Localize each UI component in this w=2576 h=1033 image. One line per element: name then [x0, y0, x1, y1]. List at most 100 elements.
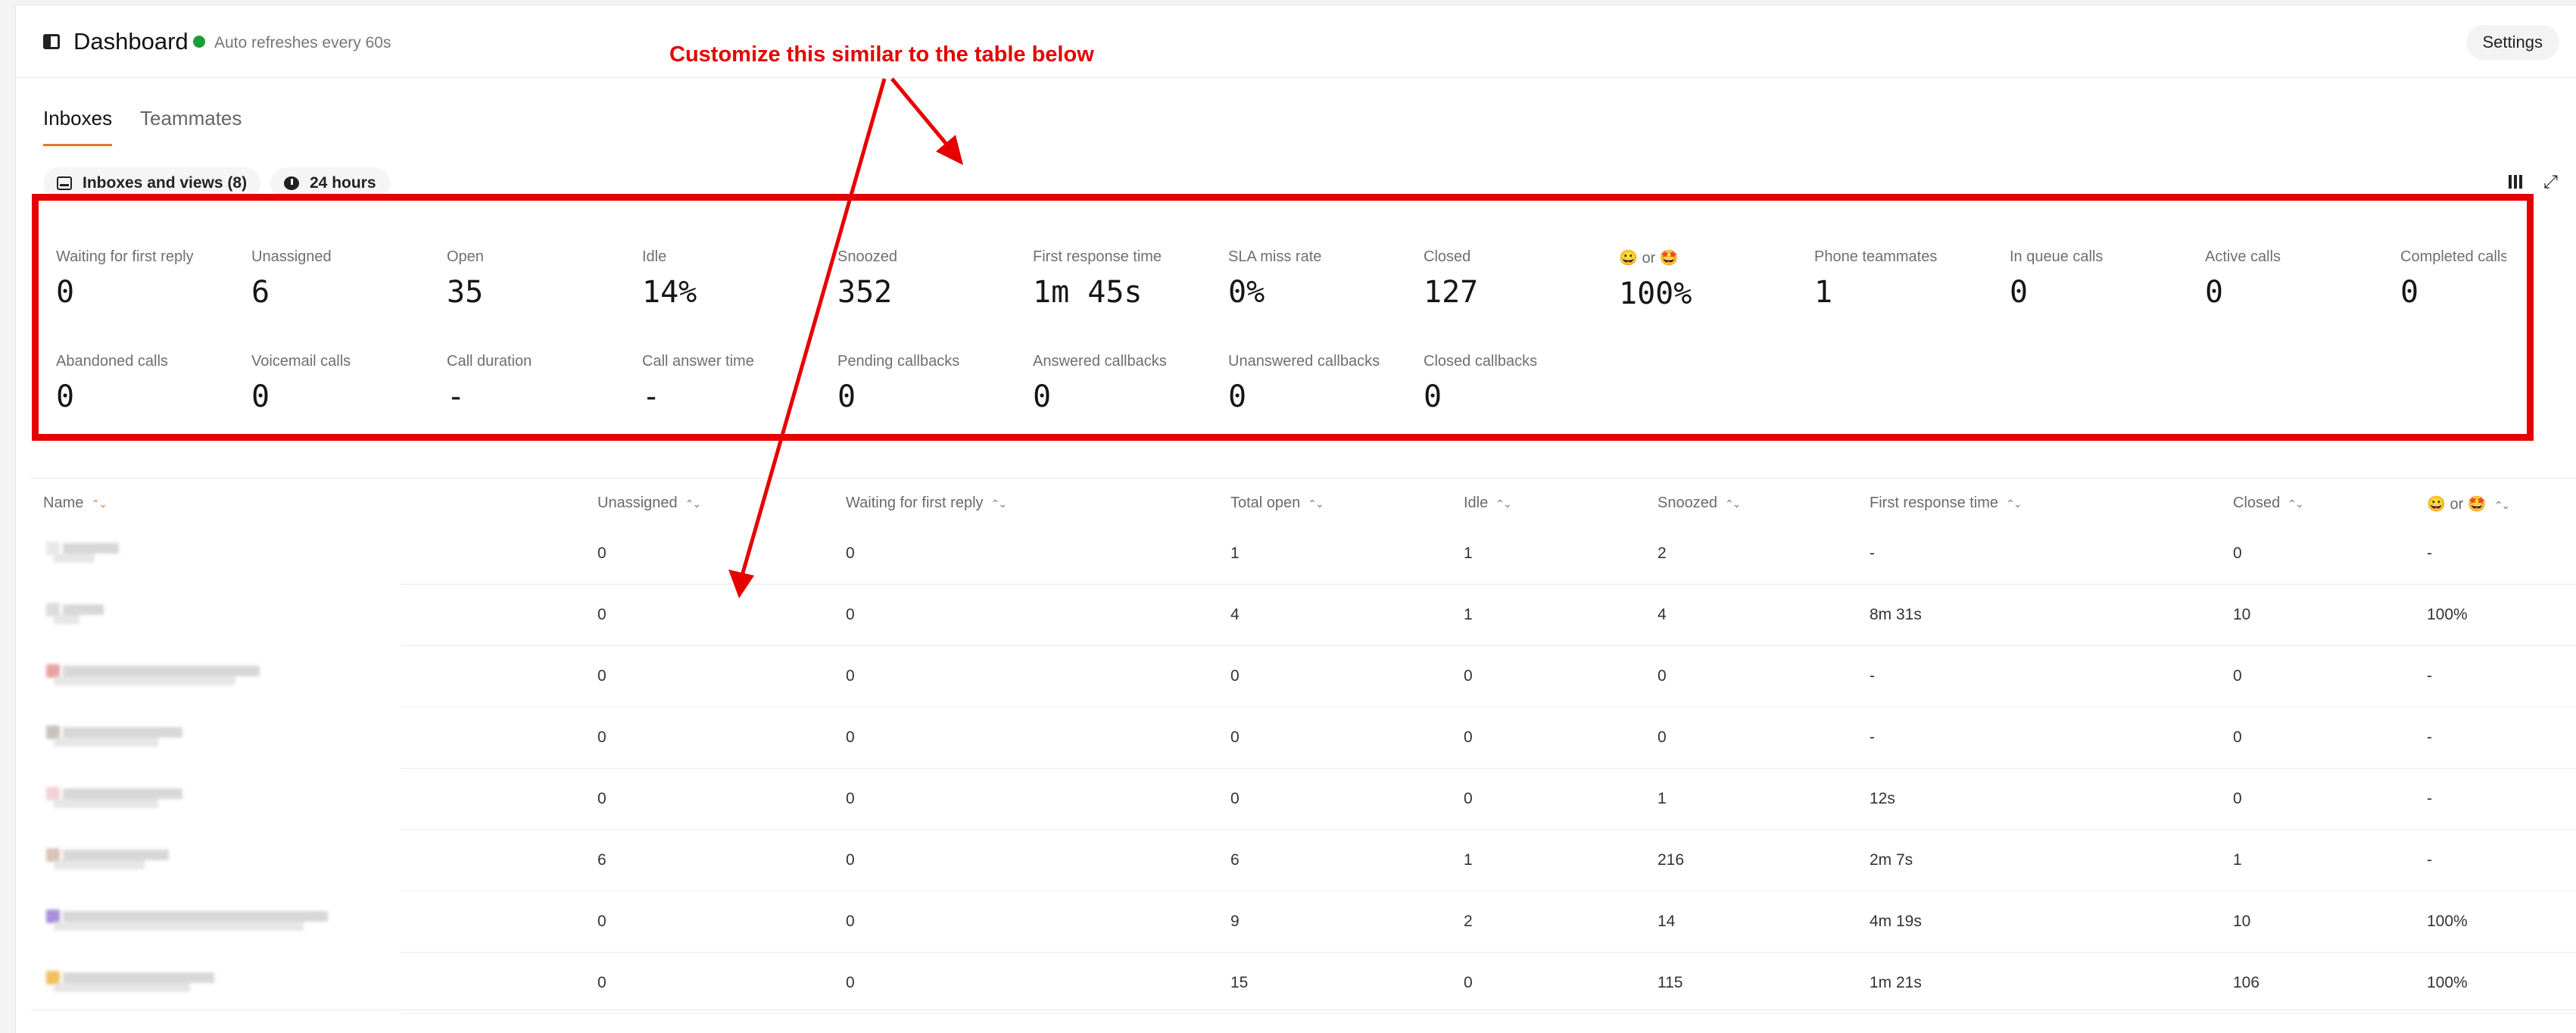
metric-label: Pending callbacks	[837, 353, 960, 370]
sort-icon: ⌃⌄	[2006, 498, 2022, 510]
table-row[interactable]: 0 0 0 0 0 - 0 -	[16, 707, 2576, 769]
inbox-icon	[57, 176, 72, 190]
metric-card: 😀 or 🤩 100%	[1619, 248, 1808, 311]
table-cell: 2	[1464, 913, 1473, 930]
metric-card: Phone teammates 1	[1814, 248, 2004, 310]
table-cell: 0	[597, 790, 607, 807]
table-cell: 106	[2233, 974, 2260, 991]
table-row[interactable]: 0 0 15 0 115 1m 21s 106 100%	[16, 953, 2576, 1014]
inbox-name-redacted	[46, 598, 110, 629]
table-cell: 2	[1658, 545, 1667, 562]
column-header-satisfaction[interactable]: 😀 or 🤩 ⌃⌄	[2427, 495, 2510, 513]
metric-value: 0	[56, 379, 75, 414]
metric-label: Call duration	[447, 353, 532, 370]
inbox-name-redacted	[46, 660, 266, 690]
metric-label: First response time	[1033, 248, 1162, 265]
table-cell: 0	[2233, 790, 2242, 807]
table-cell: 115	[1658, 974, 1683, 991]
column-header-label: Waiting for first reply	[846, 495, 984, 511]
expand-icon[interactable]: ⤢	[2543, 172, 2558, 193]
table-header: Name ⌃⌄ Unassigned ⌃⌄ Waiting for first re…	[16, 495, 2576, 517]
table-row[interactable]: 0 0 9 2 14 4m 19s 10 100%	[16, 891, 2576, 953]
metric-label: Voicemail calls	[251, 353, 351, 370]
metric-card: Call answer time -	[642, 353, 831, 414]
metric-card: Unanswered callbacks 0	[1228, 353, 1417, 414]
settings-button[interactable]: Settings	[2465, 25, 2559, 60]
sort-icon: ⌃⌄	[685, 498, 702, 510]
tab-inboxes[interactable]: Inboxes	[43, 107, 113, 146]
column-header-name[interactable]: Name ⌃⌄	[43, 495, 108, 512]
table-cell: 0	[597, 729, 607, 746]
inbox-name-redacted	[46, 782, 189, 813]
table-cell: 0	[1230, 790, 1240, 807]
metric-value: 0	[2205, 275, 2224, 310]
table-cell: 100%	[2427, 606, 2468, 623]
table-cell: 0	[2233, 667, 2242, 685]
table-cell: 0	[846, 667, 855, 685]
metric-label: Phone teammates	[1814, 248, 1938, 265]
table-cell: 0	[846, 851, 855, 869]
metric-label: Answered callbacks	[1033, 353, 1167, 370]
column-header-label: Unassigned	[597, 495, 678, 511]
column-header-first-response[interactable]: First response time ⌃⌄	[1870, 495, 2022, 512]
metric-label: Abandoned calls	[56, 353, 168, 370]
table-row[interactable]: 0 0 4 1 4 8m 31s 10 100%	[16, 585, 2576, 646]
metric-card: Active calls 0	[2205, 248, 2394, 310]
columns-icon[interactable]	[2508, 173, 2523, 190]
clock-icon	[284, 176, 299, 190]
metric-card: Snoozed 352	[837, 248, 1027, 310]
table-cell: 0	[846, 545, 855, 562]
column-header-total-open[interactable]: Total open ⌃⌄	[1230, 495, 1324, 512]
table-cell: 8m 31s	[1870, 606, 1922, 623]
refresh-note: Auto refreshes every 60s	[214, 34, 391, 51]
live-status-dot	[193, 36, 205, 48]
metric-card: Idle 14%	[642, 248, 831, 310]
table-cell: 100%	[2427, 913, 2468, 930]
metric-value: 35	[447, 275, 484, 310]
metric-label: Active calls	[2205, 248, 2281, 265]
metric-label: Call answer time	[642, 353, 754, 370]
metric-value: 0	[251, 379, 270, 414]
column-header-unassigned[interactable]: Unassigned ⌃⌄	[597, 495, 702, 512]
table-row[interactable]: 0 0 1 1 2 - 0 -	[16, 523, 2576, 585]
table-cell: 1	[1230, 545, 1240, 562]
table-cell: 0	[2233, 729, 2242, 746]
table-cell: -	[1870, 667, 1875, 685]
inbox-name-redacted	[46, 537, 125, 567]
tab-teammates[interactable]: Teammates	[140, 107, 242, 144]
sort-icon: ⌃⌄	[1495, 498, 1512, 510]
table-cell: 0	[597, 913, 607, 930]
table-row[interactable]: 0 0 0 0 0 - 0 -	[16, 646, 2576, 707]
metric-value: 352	[837, 275, 893, 310]
table-cell: 0	[1464, 974, 1473, 991]
table-cell: 0	[597, 545, 607, 562]
table-row[interactable]: 0 0 0 0 1 12s 0 -	[16, 769, 2576, 830]
metric-label: Unassigned	[251, 248, 332, 265]
annotation-text: Customize this similar to the table belo…	[669, 42, 1094, 67]
table-cell: 6	[1230, 851, 1240, 869]
metric-card: Unassigned 6	[251, 248, 441, 310]
table-cell: -	[2427, 729, 2432, 746]
column-header-snoozed[interactable]: Snoozed ⌃⌄	[1658, 495, 1741, 512]
table-cell: -	[1870, 545, 1875, 562]
sidebar-toggle-icon[interactable]	[43, 34, 60, 49]
metric-label: Snoozed	[837, 248, 897, 265]
metric-card: Pending callbacks 0	[837, 353, 1027, 414]
table-cell: 1	[1464, 606, 1473, 623]
metric-value: -	[642, 379, 661, 414]
column-header-idle[interactable]: Idle ⌃⌄	[1464, 495, 1512, 512]
table-cell: 4	[1230, 606, 1240, 623]
period-filter-label: 24 hours	[310, 174, 376, 192]
inbox-name-redacted	[46, 721, 189, 751]
column-header-label: Snoozed	[1658, 495, 1717, 511]
metric-value: 100%	[1619, 276, 1692, 311]
metric-value: -	[447, 379, 466, 414]
table-cell: 0	[846, 974, 855, 991]
table-cell: 0	[846, 913, 855, 930]
metric-label: Completed calls	[2400, 248, 2506, 265]
table-cell: 0	[2233, 545, 2242, 562]
column-header-waiting[interactable]: Waiting for first reply ⌃⌄	[846, 495, 1007, 512]
table-row[interactable]: 6 0 6 1 216 2m 7s 1 -	[16, 830, 2576, 891]
column-header-closed[interactable]: Closed ⌃⌄	[2233, 495, 2304, 512]
table-cell: 4m 19s	[1870, 913, 1922, 930]
